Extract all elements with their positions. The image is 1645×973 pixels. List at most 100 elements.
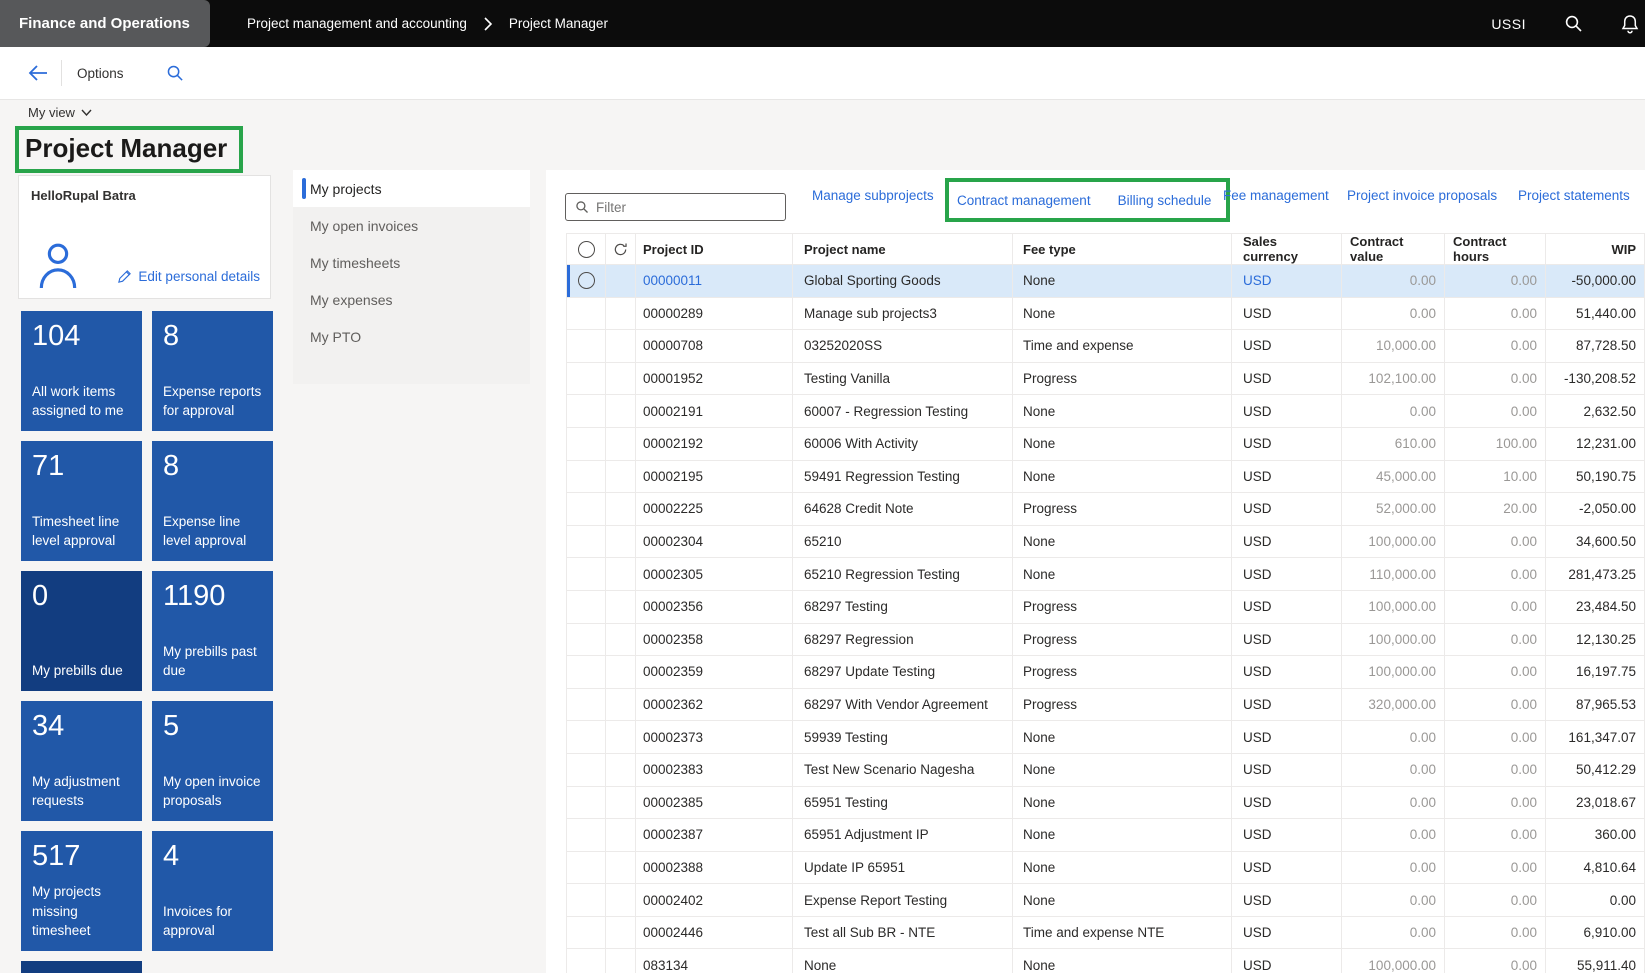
cell-contract-hours[interactable]: 20.00 [1445, 493, 1546, 526]
workspace-tile[interactable]: 104All work items assigned to me [21, 311, 142, 431]
row-refresh-spacer[interactable] [606, 819, 636, 852]
cell-wip[interactable]: 23,484.50 [1546, 591, 1645, 624]
cell-contract-value[interactable]: 100,000.00 [1342, 526, 1445, 559]
link-fee-management[interactable]: Fee management [1223, 188, 1329, 203]
row-refresh-spacer[interactable] [606, 526, 636, 559]
cell-sales-currency[interactable]: USD [1232, 689, 1342, 722]
row-select[interactable] [566, 428, 606, 461]
cell-wip[interactable]: 2,632.50 [1546, 395, 1645, 428]
nav-item-my-expenses[interactable]: My expenses [293, 281, 530, 318]
cell-project-name[interactable]: Update IP 65951 [793, 852, 1013, 885]
cell-wip[interactable]: -130,208.52 [1546, 363, 1645, 396]
row-refresh-spacer[interactable] [606, 689, 636, 722]
cell-project-name[interactable]: Test all Sub BR - NTE [793, 917, 1013, 950]
row-select[interactable] [566, 298, 606, 331]
cell-project-id[interactable]: 00002305 [636, 558, 793, 591]
row-select[interactable] [566, 884, 606, 917]
link-project-invoice-proposals[interactable]: Project invoice proposals [1347, 188, 1497, 203]
row-select[interactable] [566, 721, 606, 754]
row-refresh-spacer[interactable] [606, 265, 636, 298]
column-header-contract-value[interactable]: Contract value [1342, 233, 1445, 265]
cell-fee-type[interactable]: None [1013, 298, 1232, 331]
cell-project-id[interactable]: 00002304 [636, 526, 793, 559]
cell-wip[interactable]: 16,197.75 [1546, 656, 1645, 689]
cell-project-name[interactable]: Test New Scenario Nagesha [793, 754, 1013, 787]
cell-project-name[interactable]: 60007 - Regression Testing [793, 395, 1013, 428]
view-selector[interactable]: My view [28, 105, 92, 120]
cell-wip[interactable]: 50,412.29 [1546, 754, 1645, 787]
row-select[interactable] [566, 917, 606, 950]
workspace-tile[interactable]: 8Expense reports for approval [152, 311, 273, 431]
cell-contract-value[interactable]: 0.00 [1342, 819, 1445, 852]
cell-contract-value[interactable]: 45,000.00 [1342, 461, 1445, 494]
cell-contract-hours[interactable]: 0.00 [1445, 656, 1546, 689]
cell-contract-value[interactable]: 0.00 [1342, 395, 1445, 428]
cell-project-name[interactable]: 65951 Testing [793, 787, 1013, 820]
cell-project-name[interactable]: 65210 Regression Testing [793, 558, 1013, 591]
row-select[interactable] [566, 461, 606, 494]
row-select[interactable] [566, 787, 606, 820]
cell-contract-hours[interactable]: 0.00 [1445, 917, 1546, 950]
workspace-tile[interactable]: 8Expense line level approval [152, 441, 273, 561]
cell-sales-currency[interactable]: USD [1232, 298, 1342, 331]
workspace-tile[interactable]: 34My adjustment requests [21, 701, 142, 821]
cell-wip[interactable]: 360.00 [1546, 819, 1645, 852]
cell-contract-hours[interactable]: 0.00 [1445, 395, 1546, 428]
cell-wip[interactable]: 161,347.07 [1546, 721, 1645, 754]
cell-project-id[interactable]: 00002385 [636, 787, 793, 820]
cell-sales-currency[interactable]: USD [1232, 265, 1342, 298]
cell-contract-hours[interactable]: 0.00 [1445, 298, 1546, 331]
cell-contract-hours[interactable]: 0.00 [1445, 591, 1546, 624]
cell-contract-value[interactable]: 100,000.00 [1342, 656, 1445, 689]
cell-project-id[interactable]: 083134 [636, 949, 793, 973]
row-select[interactable] [566, 330, 606, 363]
row-refresh-spacer[interactable] [606, 754, 636, 787]
cell-fee-type[interactable]: None [1013, 949, 1232, 973]
column-header-contract-hours[interactable]: Contract hours [1445, 233, 1546, 265]
cell-contract-value[interactable]: 0.00 [1342, 884, 1445, 917]
app-brand[interactable]: Finance and Operations [0, 0, 210, 47]
cell-contract-value[interactable]: 110,000.00 [1342, 558, 1445, 591]
cell-sales-currency[interactable]: USD [1232, 363, 1342, 396]
row-select[interactable] [566, 363, 606, 396]
cell-sales-currency[interactable]: USD [1232, 884, 1342, 917]
cell-wip[interactable]: 4,810.64 [1546, 852, 1645, 885]
cell-contract-hours[interactable]: 0.00 [1445, 787, 1546, 820]
company-picker[interactable]: USSI [1491, 16, 1526, 32]
cell-fee-type[interactable]: Progress [1013, 624, 1232, 657]
cell-sales-currency[interactable]: USD [1232, 721, 1342, 754]
nav-item-my-projects[interactable]: My projects [293, 170, 530, 207]
row-select[interactable] [566, 558, 606, 591]
row-select[interactable] [566, 819, 606, 852]
cell-sales-currency[interactable]: USD [1232, 558, 1342, 591]
cell-project-id[interactable]: 00000011 [636, 265, 793, 298]
cell-project-name[interactable]: 68297 Testing [793, 591, 1013, 624]
row-refresh-spacer[interactable] [606, 917, 636, 950]
cell-project-name[interactable]: 64628 Credit Note [793, 493, 1013, 526]
search-icon[interactable] [1564, 14, 1583, 33]
row-refresh-spacer[interactable] [606, 493, 636, 526]
cell-fee-type[interactable]: None [1013, 819, 1232, 852]
link-contract-management[interactable]: Contract management [957, 193, 1091, 208]
cell-contract-value[interactable]: 0.00 [1342, 787, 1445, 820]
cell-project-id[interactable]: 00002362 [636, 689, 793, 722]
cell-fee-type[interactable]: None [1013, 754, 1232, 787]
cell-contract-hours[interactable]: 0.00 [1445, 819, 1546, 852]
cell-wip[interactable]: 55,911.40 [1546, 949, 1645, 973]
cell-wip[interactable]: 12,231.00 [1546, 428, 1645, 461]
cell-project-name[interactable]: 59939 Testing [793, 721, 1013, 754]
row-refresh-spacer[interactable] [606, 721, 636, 754]
row-refresh-spacer[interactable] [606, 461, 636, 494]
cell-contract-value[interactable]: 0.00 [1342, 917, 1445, 950]
action-search-icon[interactable] [166, 64, 184, 82]
row-select[interactable] [566, 265, 606, 298]
cell-fee-type[interactable]: Time and expense [1013, 330, 1232, 363]
cell-project-id[interactable]: 00002191 [636, 395, 793, 428]
cell-wip[interactable]: 12,130.25 [1546, 624, 1645, 657]
cell-fee-type[interactable]: None [1013, 461, 1232, 494]
cell-wip[interactable]: 87,965.53 [1546, 689, 1645, 722]
cell-wip[interactable]: 34,600.50 [1546, 526, 1645, 559]
cell-project-name[interactable]: 60006 With Activity [793, 428, 1013, 461]
cell-contract-hours[interactable]: 0.00 [1445, 884, 1546, 917]
cell-wip[interactable]: 0.00 [1546, 884, 1645, 917]
